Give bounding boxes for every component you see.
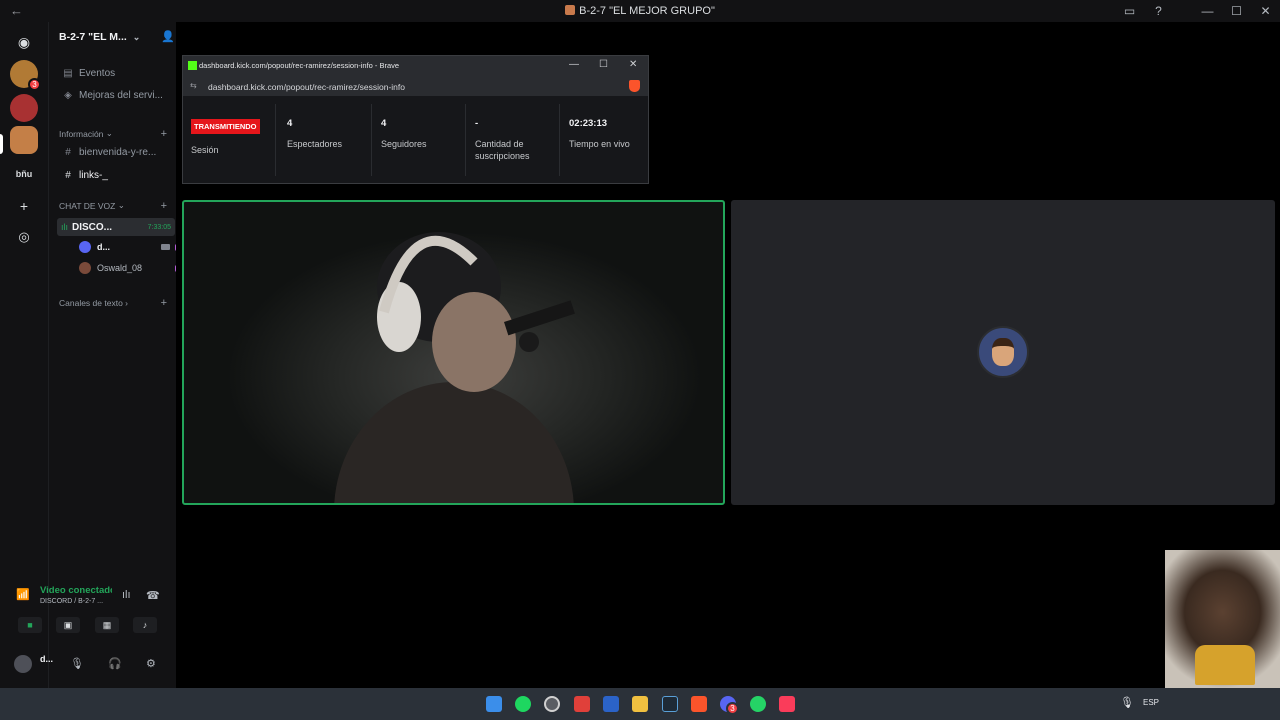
stat-live-time: 02:23:13 Tiempo en vivo [569, 118, 630, 149]
taskbar: 3 🎙 ESP [0, 688, 1280, 720]
live-badge: TRANSMITIENDO [191, 119, 260, 134]
server-icon-text[interactable]: bñu [10, 160, 38, 188]
stat-viewers: 4 Espectadores [287, 118, 343, 149]
signal-icon: 📶 [16, 589, 30, 601]
selected-pill [0, 134, 3, 154]
divider [275, 104, 276, 176]
webcam-toy [1195, 645, 1255, 685]
stream-video-frame [334, 232, 575, 503]
user-panel: d... 🎙 🎧 ⚙ [6, 648, 168, 680]
avatar[interactable] [14, 655, 32, 673]
voice-user[interactable]: Oswald_08 [79, 262, 185, 274]
stat-subscriptions: - Cantidad de suscripciones [475, 118, 530, 161]
browser-popup-window: dashboard.kick.com/popout/rec-ramirez/se… [182, 55, 649, 184]
add-channel-icon[interactable]: + [161, 128, 167, 140]
camera-icon [161, 244, 170, 250]
add-channel-icon[interactable]: + [161, 297, 167, 309]
hash-icon: # [65, 147, 71, 158]
video-tile-stream[interactable] [182, 200, 725, 505]
avatar [79, 241, 91, 253]
session-info-panel: TRANSMITIENDO Sesión 4 Espectadores 4 Se… [183, 96, 648, 183]
webcam-overlay [1165, 550, 1280, 688]
noise-suppression-icon[interactable]: ılı [122, 589, 131, 601]
brave-shields-icon[interactable] [629, 80, 640, 92]
boost-icon: ◈ [64, 90, 72, 101]
close-button[interactable]: ✕ [1251, 0, 1280, 22]
maximize-button[interactable]: ☐ [1222, 0, 1251, 22]
itunes-icon[interactable] [779, 696, 795, 712]
help-icon[interactable]: ? [1144, 0, 1173, 22]
video-tile-user[interactable] [731, 200, 1275, 505]
davinci-icon[interactable] [662, 696, 678, 712]
sidebar-item-events[interactable]: ▤ Eventos [61, 68, 115, 79]
add-channel-icon[interactable]: + [161, 200, 167, 212]
language-indicator[interactable]: ESP [1143, 698, 1159, 707]
voice-user[interactable]: d... [79, 241, 185, 253]
server-icon [565, 5, 576, 15]
voice-connection-panel: 📶 Video conectado DISCORD / B-2-7 ... ıl… [6, 576, 168, 642]
category-info[interactable]: Información ⌄ + [59, 128, 167, 140]
inbox-icon[interactable]: ▭ [1115, 0, 1144, 22]
obs-icon[interactable] [544, 696, 560, 712]
word-icon[interactable] [603, 696, 619, 712]
avatar-face [992, 338, 1014, 366]
screen-share-button[interactable]: ▣ [56, 617, 80, 633]
server-icon-1[interactable]: 3 [10, 60, 41, 91]
server-icon-2[interactable] [10, 94, 38, 122]
server-icon-active[interactable] [10, 126, 38, 154]
divider [559, 104, 560, 176]
camera-button[interactable]: ■ [18, 617, 42, 633]
windows-start-icon[interactable] [486, 696, 502, 712]
window-title: B-2-7 "EL MEJOR GRUPO" [0, 5, 1280, 17]
category-voice[interactable]: CHAT DE VOZ ⌄ + [59, 200, 167, 212]
add-user-icon[interactable]: 👤 [161, 30, 175, 43]
popup-title-bar: dashboard.kick.com/popout/rec-ramirez/se… [183, 56, 648, 76]
chevron-down-icon: ⌄ [132, 31, 141, 42]
title-bar: ← B-2-7 "EL MEJOR GRUPO" ▭ ? — ☐ ✕ [0, 0, 1280, 22]
discord-home-icon[interactable]: ◉ [10, 28, 38, 56]
divider [465, 104, 466, 176]
address-bar[interactable]: ⇆ dashboard.kick.com/popout/rec-ramirez/… [183, 76, 648, 96]
divider [371, 104, 372, 176]
channel-links[interactable]: # links-_ [61, 170, 108, 181]
discord-icon[interactable]: 3 [720, 696, 739, 715]
disconnect-icon[interactable]: ☎ [146, 589, 160, 602]
add-server-icon[interactable]: + [10, 192, 38, 220]
site-info-icon[interactable]: ⇆ [190, 81, 197, 90]
mic-icon[interactable]: 🎙 [70, 657, 84, 670]
voice-activity-icon: ılı [61, 222, 69, 232]
server-header[interactable]: B-2-7 "EL M... ⌄ 👤 [59, 31, 175, 43]
channel-bienvenida[interactable]: # bienvenida-y-re... [61, 147, 156, 158]
headphones-icon[interactable]: 🎧 [108, 657, 122, 670]
activities-button[interactable]: ▦ [95, 617, 119, 633]
tray-mic-icon[interactable]: 🎙 [1120, 696, 1134, 709]
file-explorer-icon[interactable] [632, 696, 648, 712]
popup-maximize-button[interactable]: ☐ [599, 59, 608, 70]
calendar-icon: ▤ [63, 68, 73, 79]
hash-icon: # [65, 170, 71, 181]
explore-icon[interactable]: ◎ [10, 223, 38, 251]
spotify-icon[interactable] [515, 696, 531, 712]
pdf-icon[interactable] [574, 696, 590, 712]
kick-logo-icon [188, 61, 197, 70]
stat-followers: 4 Seguidores [381, 118, 427, 149]
minimize-button[interactable]: — [1193, 0, 1222, 22]
settings-gear-icon[interactable]: ⚙ [146, 657, 156, 670]
brave-icon[interactable] [691, 696, 707, 712]
soundboard-button[interactable]: ♪ [133, 617, 157, 633]
sidebar-item-boosts[interactable]: ◈ Mejoras del servi... [61, 90, 163, 101]
voice-channel[interactable]: ılı DISCO... 7:33:05 [57, 218, 175, 236]
session-label: Sesión [191, 145, 219, 155]
category-text-channels[interactable]: Canales de texto › + [59, 297, 167, 309]
popup-close-button[interactable]: ✕ [629, 59, 637, 70]
whatsapp-icon[interactable] [750, 696, 766, 712]
avatar [79, 262, 91, 274]
popup-minimize-button[interactable]: — [569, 59, 579, 70]
user-avatar [977, 326, 1029, 378]
